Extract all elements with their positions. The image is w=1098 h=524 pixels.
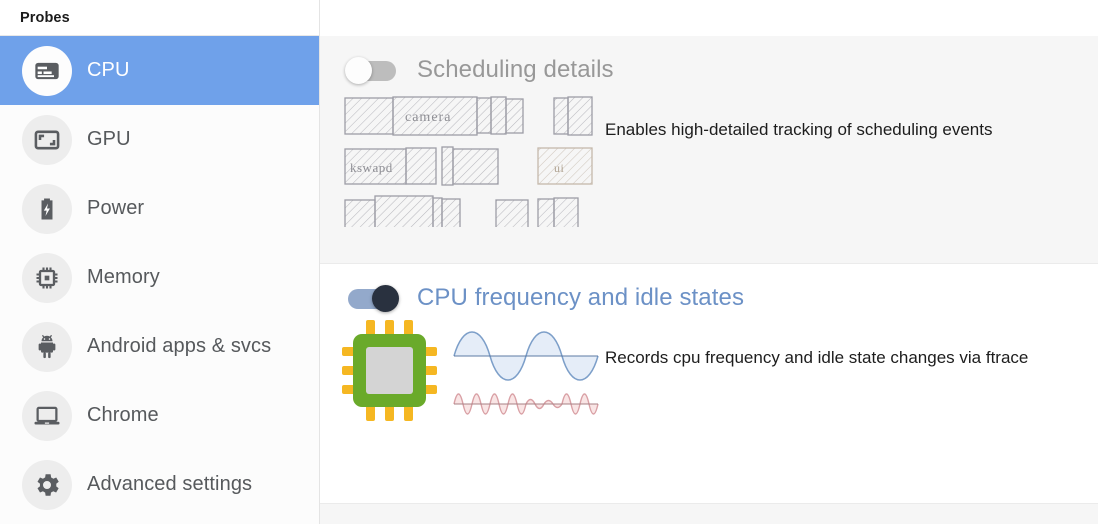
laptop-icon: [22, 390, 72, 441]
toggle-knob: [372, 284, 399, 312]
probe-card-scheduling-details: Scheduling details camera kswapd ui Enab…: [320, 36, 1098, 264]
toggle-knob: [345, 56, 372, 84]
sidebar-item-label: Power: [87, 197, 145, 219]
sidebar-item-advanced-settings[interactable]: Advanced settings: [0, 450, 319, 519]
sidebar-item-label: Android apps & svcs: [87, 335, 272, 357]
sketch-scheduling-slices-illustration: camera kswapd ui: [320, 92, 605, 236]
probes-page: Probes CPU GPU Power Memory Android apps…: [0, 0, 1098, 524]
probe-header: Scheduling details: [320, 36, 1098, 84]
probe-description: Records cpu frequency and idle state cha…: [605, 348, 1029, 367]
svg-text:ui: ui: [554, 161, 565, 175]
probe-card-cpu-frequency-and-idle-states: CPU frequency and idle states Records cp…: [320, 264, 1098, 504]
sidebar-item-label: Chrome: [87, 404, 159, 426]
sidebar-item-gpu[interactable]: GPU: [0, 105, 319, 174]
sidebar-item-label: Advanced settings: [87, 473, 253, 495]
probe-title: CPU frequency and idle states: [417, 284, 745, 311]
sidebar-header: Probes: [0, 0, 319, 36]
gear-icon: [22, 459, 72, 510]
cpu-chip-and-waveforms-illustration: [320, 320, 605, 440]
main-top-spacer: [320, 0, 1098, 36]
sidebar-item-label: GPU: [87, 128, 131, 150]
memory-chip-icon: [22, 252, 72, 303]
probe-body: Records cpu frequency and idle state cha…: [320, 312, 1098, 440]
sidebar-item-cpu[interactable]: CPU: [0, 36, 319, 105]
cpu-frequency-toggle[interactable]: [345, 284, 399, 312]
svg-text:kswapd: kswapd: [350, 160, 393, 175]
next-section-strip: [320, 504, 1098, 524]
probe-title: Scheduling details: [417, 56, 614, 83]
sidebar-item-android-apps-svcs[interactable]: Android apps & svcs: [0, 312, 319, 381]
probe-header: CPU frequency and idle states: [320, 264, 1098, 312]
probe-nav-list: CPU GPU Power Memory Android apps & svcs…: [0, 36, 319, 519]
sidebar-item-label: CPU: [87, 59, 130, 81]
gpu-screen-icon: [22, 114, 72, 165]
scheduling-details-toggle[interactable]: [345, 56, 399, 84]
battery-bolt-icon: [22, 183, 72, 234]
sidebar-item-memory[interactable]: Memory: [0, 243, 319, 312]
sidebar-item-label: Memory: [87, 266, 160, 288]
probe-detail-panel: Scheduling details camera kswapd ui Enab…: [320, 0, 1098, 524]
sidebar-item-power[interactable]: Power: [0, 174, 319, 243]
probe-description: Enables high-detailed tracking of schedu…: [605, 120, 993, 139]
sidebar: Probes CPU GPU Power Memory Android apps…: [0, 0, 320, 524]
cpu-card-icon: [22, 45, 72, 96]
sidebar-title: Probes: [20, 9, 70, 26]
svg-text:camera: camera: [405, 110, 451, 125]
probe-body: camera kswapd ui Enables high-detailed t…: [320, 84, 1098, 236]
android-robot-icon: [22, 321, 72, 372]
sidebar-item-chrome[interactable]: Chrome: [0, 381, 319, 450]
